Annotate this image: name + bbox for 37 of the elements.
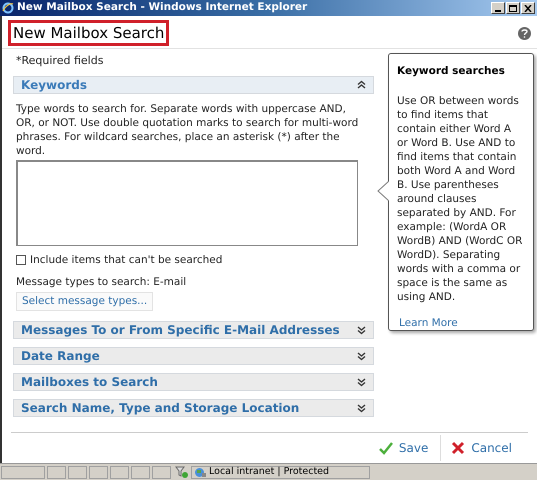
zone-label: Local intranet | Protected <box>209 464 330 479</box>
collapse-icon <box>357 80 366 89</box>
save-button[interactable]: Save <box>378 439 428 457</box>
checkmark-icon <box>378 442 393 454</box>
required-note: *Required fields <box>16 53 104 69</box>
help-icon[interactable] <box>518 26 531 40</box>
globe-icon <box>194 466 206 478</box>
keywords-field[interactable] <box>16 160 358 246</box>
section-header[interactable]: Date Range <box>13 347 374 365</box>
expand-icon <box>357 404 366 412</box>
message-types-label: Message types to search: E-mail <box>16 275 188 290</box>
section-header[interactable]: Search Name, Type and Storage Location <box>13 399 374 417</box>
checkbox-label: Include items that can't be searched <box>30 252 222 268</box>
expand-icon <box>357 352 366 360</box>
section-header[interactable]: Messages To or From Specific E-Mail Addresses <box>13 321 374 339</box>
maximize-button[interactable] <box>506 2 520 14</box>
learn-more-link[interactable]: Learn More <box>399 316 458 332</box>
filter-icon <box>175 466 189 478</box>
section-header[interactable]: Keywords <box>13 76 374 94</box>
select-message-types-button[interactable]: Select message types... <box>16 292 154 311</box>
cancel-button[interactable]: Cancel <box>451 439 512 457</box>
minimize-icon <box>495 10 501 12</box>
minimize-button[interactable] <box>491 2 505 14</box>
close-icon <box>524 4 532 12</box>
section-header[interactable]: Mailboxes to Search <box>13 373 374 391</box>
page-title: New Mailbox Search <box>8 20 170 46</box>
maximize-icon <box>509 4 517 12</box>
callout-title: Keyword searches <box>397 64 506 79</box>
browser-logo-icon <box>2 2 14 14</box>
expand-icon <box>357 378 366 386</box>
checkbox[interactable] <box>16 255 26 266</box>
window-title: New Mailbox Search - Windows Internet Explorer <box>17 0 308 16</box>
close-button[interactable] <box>521 2 535 14</box>
expand-icon <box>357 326 366 334</box>
instructions: Type words to search for. Separate words with uppercase AND, OR, or NOT. Use double quotation marks to search for multi-word phrases. For wildcard searches, place an asterisk (*) after the word. <box>16 102 360 158</box>
callout-text: Use OR between words to find items that contain either Word A or Word B. Use AND to find items that contain both Word A and Word B. Use parentheses around clauses separated by AND. For example: (WordA OR WordB) AND (WordC OR WordD). Separating words with a comma or space is the same as using AND. <box>397 94 524 304</box>
close-icon <box>451 441 466 455</box>
